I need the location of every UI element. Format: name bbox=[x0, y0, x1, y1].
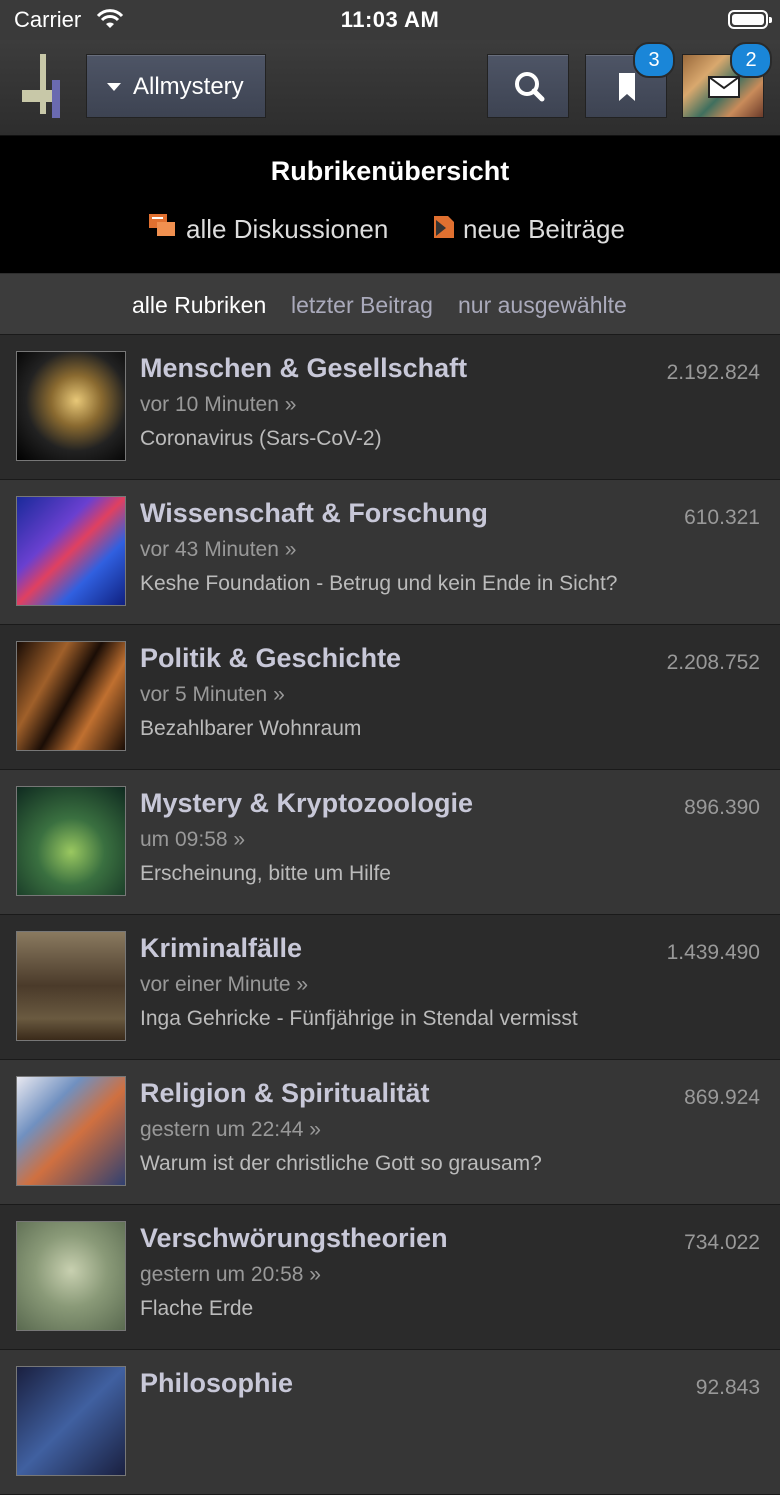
forum-selector-label: Allmystery bbox=[133, 73, 244, 100]
last-topic[interactable]: Warum ist der christliche Gott so grausa… bbox=[140, 1152, 542, 1176]
category-list: Menschen & Gesellschaft 2.192.824 vor 10… bbox=[0, 335, 780, 1495]
post-count: 610.321 bbox=[684, 506, 760, 529]
category-title: Mystery & Kryptozoologie bbox=[140, 788, 474, 818]
category-thumbnail bbox=[16, 496, 126, 606]
category-row[interactable]: Menschen & Gesellschaft 2.192.824 vor 10… bbox=[0, 335, 780, 480]
filter-all-categories[interactable]: alle Rubriken bbox=[132, 292, 266, 319]
post-count: 2.192.824 bbox=[666, 361, 760, 384]
post-count: 92.843 bbox=[695, 1376, 760, 1399]
last-post-time[interactable]: gestern um 22:44 » bbox=[140, 1118, 321, 1142]
category-thumbnail bbox=[16, 1076, 126, 1186]
category-thumbnail bbox=[16, 1221, 126, 1331]
category-thumbnail bbox=[16, 351, 126, 461]
forum-selector-button[interactable]: Allmystery bbox=[86, 54, 266, 118]
category-title: Politik & Geschichte bbox=[140, 643, 402, 673]
category-title: Kriminalfälle bbox=[140, 933, 303, 963]
status-bar: Carrier 11:03 AM bbox=[0, 0, 780, 40]
last-topic[interactable]: Bezahlbarer Wohnraum bbox=[140, 717, 361, 741]
new-posts-link[interactable]: neue Beiträge bbox=[463, 214, 625, 245]
discussions-icon bbox=[149, 214, 175, 236]
search-icon bbox=[515, 72, 545, 102]
bookmarks-badge: 3 bbox=[633, 42, 675, 78]
category-row[interactable]: Religion & Spiritualität 869.924 gestern… bbox=[0, 1060, 780, 1205]
category-thumbnail bbox=[16, 641, 126, 751]
category-row[interactable]: Kriminalfälle 1.439.490 vor einer Minute… bbox=[0, 915, 780, 1060]
post-count: 1.439.490 bbox=[666, 941, 760, 964]
last-topic[interactable]: Coronavirus (Sars-CoV-2) bbox=[140, 427, 382, 451]
page-title: Rubrikenübersicht bbox=[270, 156, 510, 186]
overview-header: Rubrikenübersicht alle Diskussionen neue… bbox=[0, 136, 780, 273]
last-post-time[interactable]: vor 10 Minuten » bbox=[140, 393, 296, 417]
category-title: Menschen & Gesellschaft bbox=[140, 353, 468, 383]
post-count: 2.208.752 bbox=[666, 651, 760, 674]
battery-icon bbox=[728, 10, 772, 29]
messages-badge: 2 bbox=[730, 42, 772, 78]
allmystery-logo[interactable] bbox=[20, 52, 64, 120]
category-row[interactable]: Philosophie 92.843 bbox=[0, 1350, 780, 1495]
category-title: Religion & Spiritualität bbox=[140, 1078, 430, 1108]
category-title: Verschwörungstheorien bbox=[140, 1223, 448, 1253]
filter-latest-post[interactable]: letzter Beitrag bbox=[291, 292, 433, 319]
last-post-time[interactable]: vor einer Minute » bbox=[140, 973, 308, 997]
top-navbar: Allmystery 3 2 bbox=[0, 40, 780, 136]
category-thumbnail bbox=[16, 1366, 126, 1476]
category-thumbnail bbox=[16, 786, 126, 896]
caret-down-icon bbox=[107, 83, 121, 91]
last-topic[interactable]: Erscheinung, bitte um Hilfe bbox=[140, 862, 391, 886]
search-button[interactable] bbox=[487, 54, 569, 118]
post-count: 896.390 bbox=[684, 796, 760, 819]
category-title: Philosophie bbox=[140, 1368, 294, 1398]
filter-selected-only[interactable]: nur ausgewählte bbox=[458, 292, 627, 319]
new-posts-icon bbox=[434, 216, 454, 238]
category-row[interactable]: Mystery & Kryptozoologie 896.390 um 09:5… bbox=[0, 770, 780, 915]
last-post-time[interactable]: gestern um 20:58 » bbox=[140, 1263, 321, 1287]
category-row[interactable]: Wissenschaft & Forschung 610.321 vor 43 … bbox=[0, 480, 780, 625]
category-row[interactable]: Verschwörungstheorien 734.022 gestern um… bbox=[0, 1205, 780, 1350]
clock: 11:03 AM bbox=[340, 7, 440, 32]
last-topic[interactable]: Flache Erde bbox=[140, 1297, 253, 1321]
last-post-time[interactable]: vor 5 Minuten » bbox=[140, 683, 285, 707]
last-post-time[interactable]: um 09:58 » bbox=[140, 828, 245, 852]
filter-bar: alle Rubriken letzter Beitrag nur ausgew… bbox=[0, 274, 780, 335]
all-discussions-link[interactable]: alle Diskussionen bbox=[186, 214, 388, 245]
category-row[interactable]: Politik & Geschichte 2.208.752 vor 5 Min… bbox=[0, 625, 780, 770]
post-count: 869.924 bbox=[684, 1086, 760, 1109]
category-title: Wissenschaft & Forschung bbox=[140, 498, 488, 528]
last-post-time[interactable]: vor 43 Minuten » bbox=[140, 538, 296, 562]
last-topic[interactable]: Keshe Foundation - Betrug und kein Ende … bbox=[140, 572, 617, 596]
last-topic[interactable]: Inga Gehricke - Fünfjährige in Stendal v… bbox=[140, 1007, 578, 1031]
post-count: 734.022 bbox=[684, 1231, 760, 1254]
category-thumbnail bbox=[16, 931, 126, 1041]
